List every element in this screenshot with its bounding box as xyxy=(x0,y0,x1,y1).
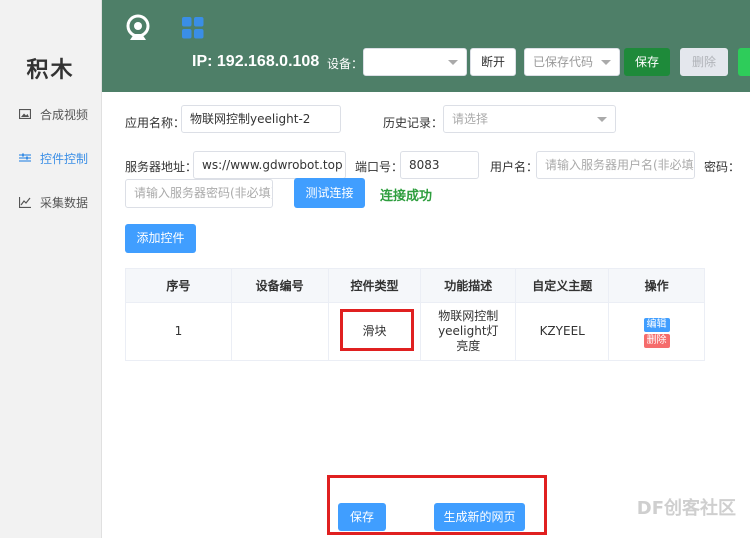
username-input[interactable]: 请输入服务器用户名(非必填) xyxy=(536,151,695,179)
webcam-icon[interactable] xyxy=(124,14,152,45)
sidebar-item-label: 采集数据 xyxy=(40,195,89,210)
main-content: 应用名称： 物联网控制yeelight-2 历史记录： 请选择 服务器地址： w… xyxy=(102,92,750,538)
watermark: DF创客社区 xyxy=(636,498,736,519)
col-header: 操作 xyxy=(608,268,705,303)
add-control-button[interactable]: 添加控件 xyxy=(125,224,196,253)
chevron-down-icon xyxy=(448,60,458,65)
image-icon xyxy=(18,107,32,121)
edit-button[interactable]: 编辑 xyxy=(643,317,670,332)
sidebar-item-label: 合成视频 xyxy=(40,107,89,122)
history-label: 历史记录： xyxy=(383,116,444,130)
col-header: 序号 xyxy=(125,268,232,303)
sidebar-item-label: 控件控制 xyxy=(40,151,89,166)
highlight-box xyxy=(340,309,414,351)
header-save-button[interactable]: 保存 xyxy=(624,48,670,76)
app-name-input[interactable]: 物联网控制yeelight-2 xyxy=(181,105,341,133)
port-label: 端口号： xyxy=(355,160,404,174)
description-text: 物联网控制yeelight灯亮度 xyxy=(438,309,499,353)
chevron-down-icon xyxy=(601,60,611,65)
sidebar-item-video[interactable]: 合成视频 xyxy=(0,92,101,136)
connection-status: 连接成功 xyxy=(380,189,433,204)
chart-icon xyxy=(18,195,32,209)
delete-row-button[interactable]: 删除 xyxy=(643,333,670,348)
header-extra-button[interactable] xyxy=(738,48,750,76)
chevron-down-icon xyxy=(597,117,607,122)
device-select[interactable] xyxy=(363,48,467,76)
header-delete-button[interactable]: 删除 xyxy=(680,48,728,76)
col-header: 功能描述 xyxy=(420,268,517,303)
test-connection-button[interactable]: 测试连接 xyxy=(294,178,365,208)
sidebar-item-controls[interactable]: 控件控制 xyxy=(0,136,101,180)
password-label: 密码： xyxy=(704,160,741,174)
table-row: 1 滑块 物联网控制yeelight灯亮度 KZYEEL 编辑 删除 xyxy=(125,302,705,361)
saved-code-select[interactable]: 已保存代码 xyxy=(524,48,620,76)
cell-description: 物联网控制yeelight灯亮度 xyxy=(420,302,517,361)
device-label: 设备： xyxy=(327,57,364,71)
app-name-label: 应用名称： xyxy=(125,116,186,130)
disconnect-button[interactable]: 断开 xyxy=(470,48,516,76)
password-input[interactable]: 请输入服务器密码(非必填) xyxy=(125,179,273,208)
highlight-box xyxy=(327,475,547,535)
cell-device-id xyxy=(230,302,329,361)
col-header: 控件类型 xyxy=(327,268,422,303)
cell-actions: 编辑 删除 xyxy=(608,302,705,361)
sidebar: 积木 合成视频 控件控制 采集数据 xyxy=(0,0,102,538)
server-input[interactable]: ws://www.gdwrobot.top xyxy=(193,151,346,179)
grid-icon[interactable] xyxy=(182,17,204,42)
controls-table: 序号 设备编号 控件类型 功能描述 自定义主题 操作 1 滑块 物联网控制yee… xyxy=(125,268,705,361)
history-select[interactable]: 请选择 xyxy=(443,105,616,133)
ip-address: IP: 192.168.0.108 xyxy=(192,53,320,70)
server-label: 服务器地址： xyxy=(125,160,198,174)
port-input[interactable]: 8083 xyxy=(400,151,479,179)
col-header: 设备编号 xyxy=(230,268,329,303)
cell-index: 1 xyxy=(125,302,232,361)
top-header: IP: 192.168.0.108 设备： 断开 已保存代码 保存 删除 xyxy=(102,0,750,92)
username-label: 用户名： xyxy=(490,160,539,174)
sidebar-item-data[interactable]: 采集数据 xyxy=(0,180,101,224)
cell-topic: KZYEEL xyxy=(515,302,610,361)
sliders-icon xyxy=(18,151,32,165)
col-header: 自定义主题 xyxy=(515,268,610,303)
brand-title: 积木 xyxy=(26,58,75,83)
